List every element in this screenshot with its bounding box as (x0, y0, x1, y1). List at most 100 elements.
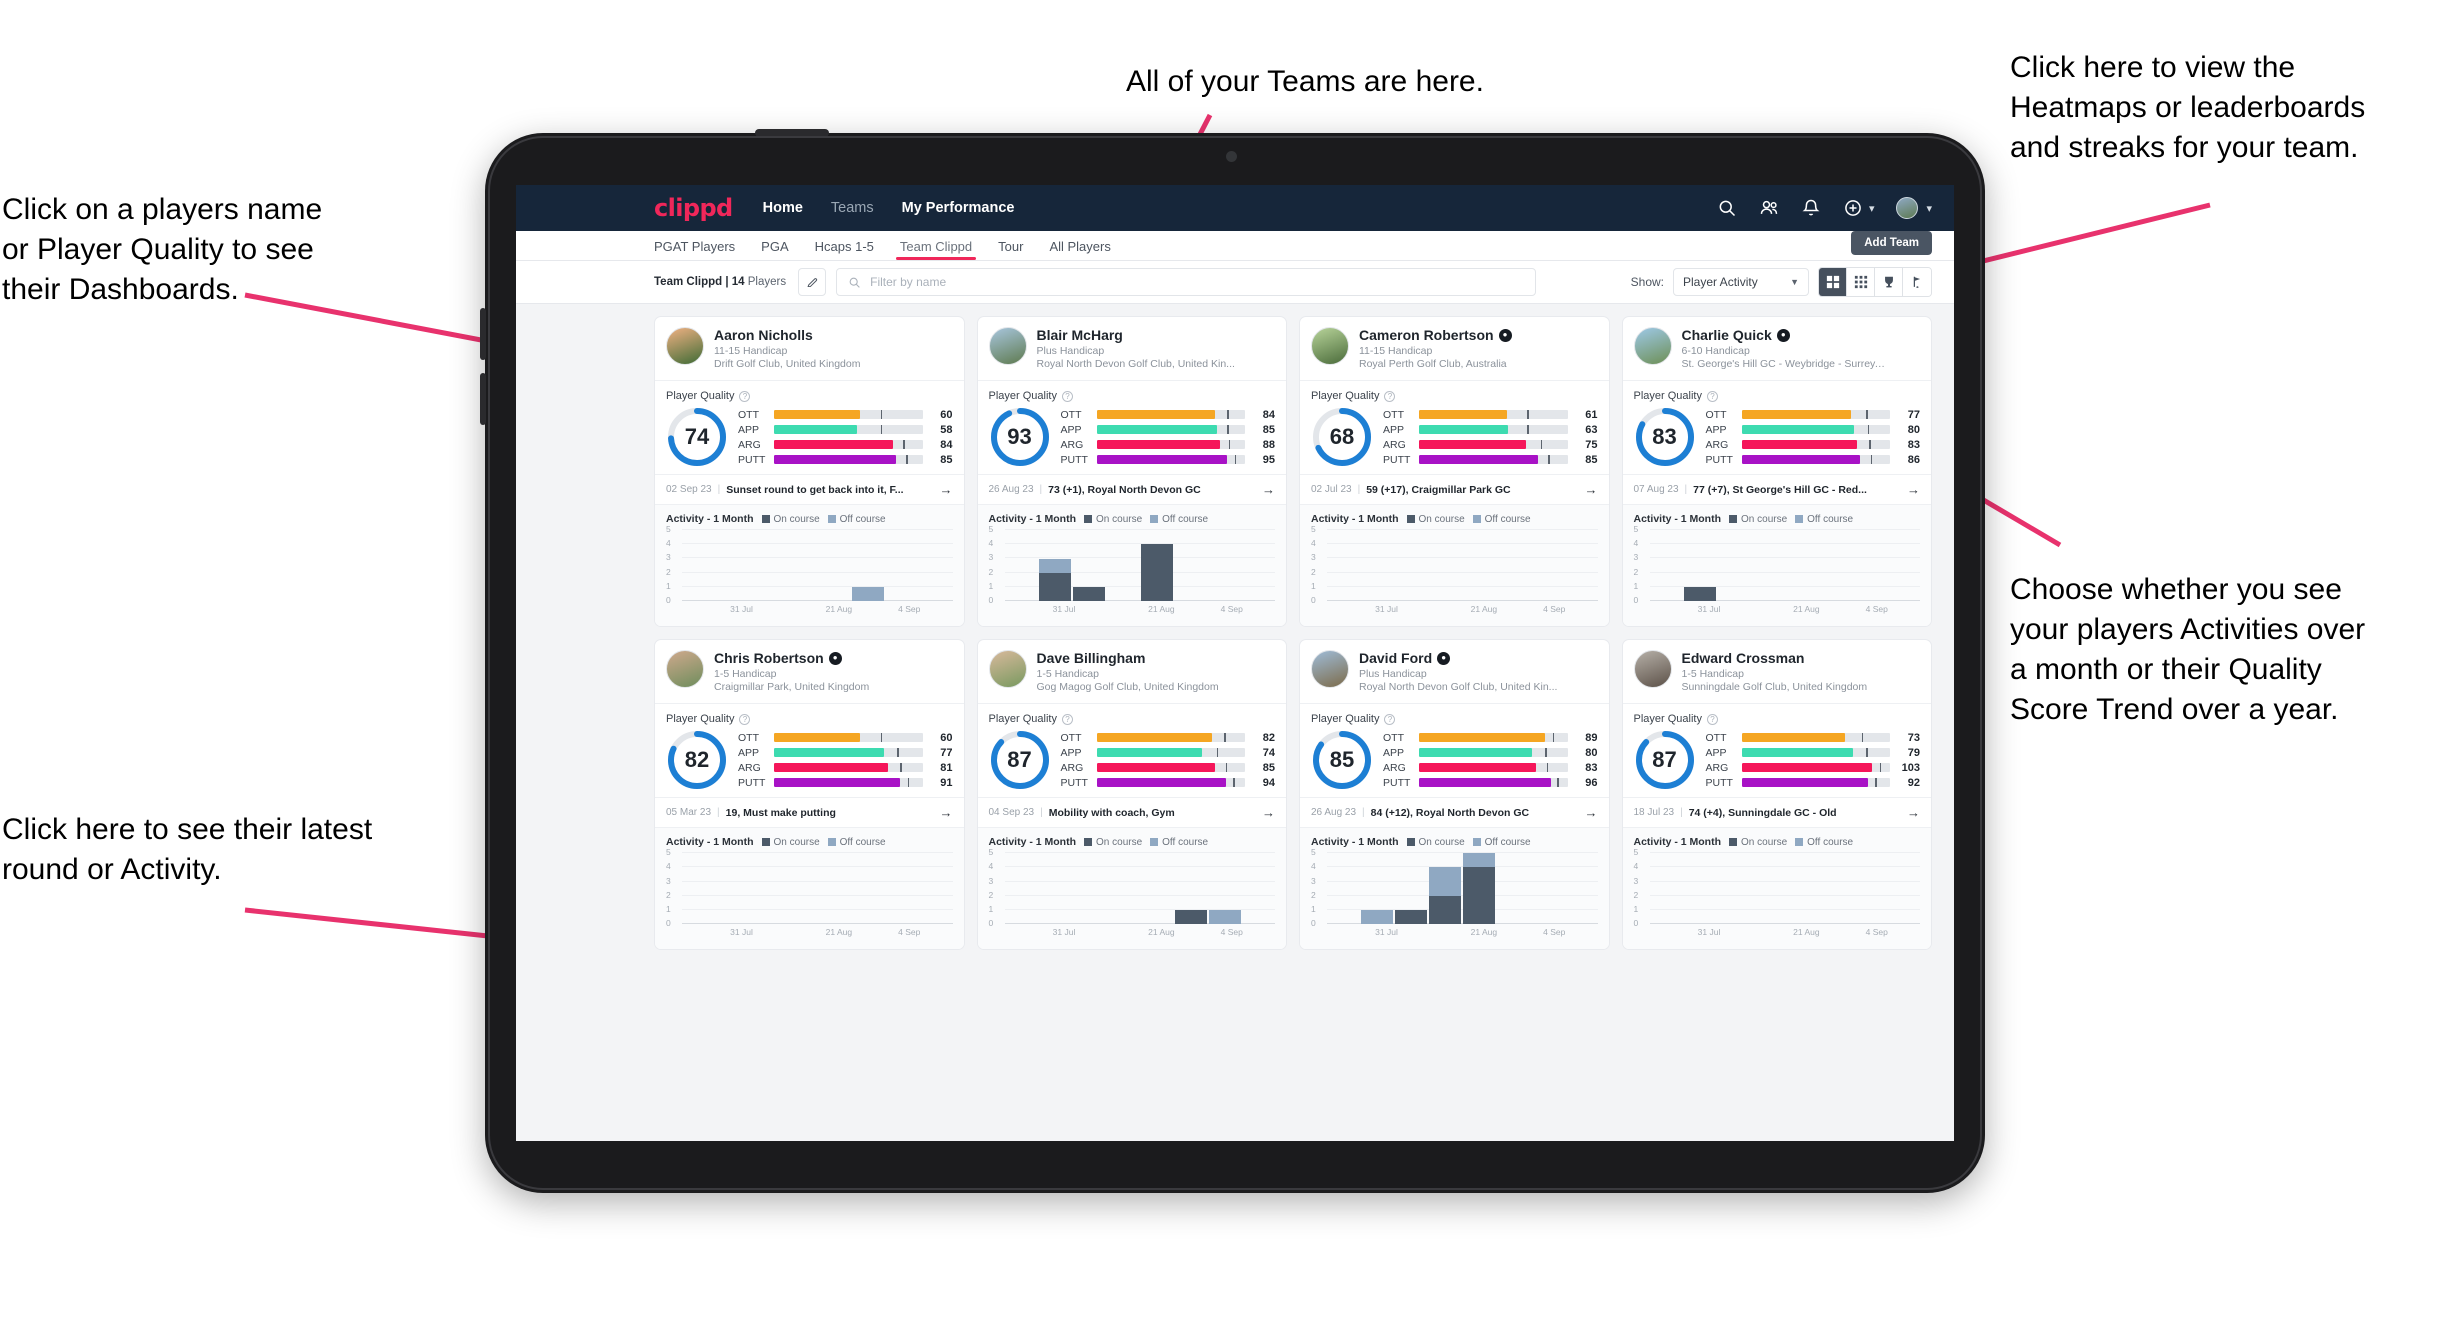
clippd-logo[interactable]: clippd (654, 194, 733, 222)
player-avatar[interactable] (666, 650, 704, 689)
player-card-header[interactable]: Chris Robertson ● 1-5 Handicap Craigmillar … (655, 640, 964, 705)
player-card[interactable]: Dave Billingham 1-5 Handicap Gog Magog Gol… (976, 639, 1287, 951)
player-avatar[interactable] (1633, 327, 1672, 365)
latest-round-row[interactable]: 26 Aug 23 | 84 (+12), Royal North Devon GC… (1300, 797, 1609, 829)
round-separator: | (1684, 484, 1688, 496)
latest-round-row[interactable]: 26 Aug 23 | 73 (+1), Royal North Devon GC → (977, 474, 1286, 506)
arrow-right-icon[interactable]: → (940, 482, 953, 497)
nav-my-performance[interactable]: My Performance (902, 200, 1015, 216)
player-name[interactable]: Dave Billingham (1037, 650, 1219, 666)
player-card[interactable]: Cameron Robertson ● 11-15 Handicap Royal Pe… (1299, 316, 1610, 628)
help-icon[interactable]: ? (1061, 713, 1073, 725)
search-icon[interactable] (1717, 198, 1737, 218)
latest-round-row[interactable]: 02 Sep 23 | Sunset round to get back into … (655, 474, 964, 506)
metric-value: 61 (1585, 408, 1598, 421)
people-icon[interactable] (1759, 198, 1779, 218)
latest-round-row[interactable]: 02 Jul 23 | 59 (+17), Craigmillar Park GC → (1300, 474, 1609, 506)
player-card[interactable]: Blair McHarg Plus Handicap Royal North Dev… (976, 316, 1287, 628)
bell-icon[interactable] (1801, 198, 1821, 218)
user-avatar[interactable] (1896, 197, 1919, 219)
player-quality-section[interactable]: Player Quality? 68 OTT 61 APP 63 ARG 75 PUTT 85 (1300, 381, 1609, 474)
player-quality-section[interactable]: Player Quality? 85 OTT 89 APP 80 ARG 83 PUTT 96 (1300, 704, 1609, 797)
arrow-right-icon[interactable]: → (1262, 482, 1275, 497)
player-club: St. George's Hill GC - Weybridge - Surre… (1681, 358, 1887, 371)
latest-round-row[interactable]: 07 Aug 23 | 77 (+7), St George's Hill GC -… (1622, 474, 1931, 506)
player-avatar[interactable] (1633, 650, 1672, 689)
activity-header: Activity - 1 Month On course Off course (1311, 513, 1598, 525)
avatar-chevron-down-icon[interactable]: ▾ (1926, 202, 1932, 215)
arrow-right-icon[interactable]: → (1907, 805, 1920, 820)
player-card[interactable]: Edward Crossman 1-5 Handicap Sunningdale G… (1621, 639, 1932, 951)
player-quality-section[interactable]: Player Quality? 82 OTT 60 APP 77 ARG 81 PUTT 91 (655, 704, 964, 797)
arrow-right-icon[interactable]: → (1585, 482, 1598, 497)
tab-all-players[interactable]: All Players (1049, 239, 1110, 260)
help-icon[interactable]: ? (1706, 390, 1718, 402)
plus-chevron-down-icon[interactable]: ▾ (1869, 202, 1875, 215)
player-card-header[interactable]: Dave Billingham 1-5 Handicap Gog Magog Gol… (977, 640, 1286, 705)
help-icon[interactable]: ? (1706, 713, 1718, 725)
help-icon[interactable]: ? (1061, 390, 1073, 402)
player-card-header[interactable]: Blair McHarg Plus Handicap Royal North Dev… (977, 317, 1286, 382)
help-icon[interactable]: ? (1384, 390, 1396, 402)
player-quality-section[interactable]: Player Quality? 87 OTT 82 APP 74 ARG 85 PUTT 94 (978, 704, 1287, 797)
volume-up-button[interactable] (480, 308, 486, 360)
player-card[interactable]: Charlie Quick ● 6-10 Handicap St. George's … (1621, 316, 1932, 628)
nav-teams[interactable]: Teams (831, 200, 874, 216)
latest-round-row[interactable]: 04 Sep 23 | Mobility with coach, Gym → (977, 797, 1286, 829)
legend-swatch-on-course (1084, 838, 1093, 847)
player-quality-section[interactable]: Player Quality? 83 OTT 77 APP 80 ARG 83 PUTT 86 (1623, 381, 1932, 474)
plus-circle-icon[interactable] (1843, 198, 1863, 218)
tab-tour[interactable]: Tour (998, 239, 1023, 260)
player-card[interactable]: Aaron Nicholls 11-15 Handicap Drift Golf C… (654, 316, 965, 628)
latest-round-row[interactable]: 18 Jul 23 | 74 (+4), Sunningdale GC - Old → (1622, 797, 1931, 829)
player-name[interactable]: David Ford ● (1359, 650, 1557, 666)
arrow-right-icon[interactable]: → (1585, 805, 1598, 820)
player-avatar[interactable] (988, 650, 1027, 689)
player-name[interactable]: Chris Robertson ● (714, 650, 869, 666)
help-icon[interactable]: ? (1384, 713, 1396, 725)
player-name[interactable]: Edward Crossman (1682, 650, 1868, 666)
player-quality-section[interactable]: Player Quality? 93 OTT 84 APP 85 ARG 88 PUTT 95 (978, 381, 1287, 474)
player-name[interactable]: Aaron Nicholls (714, 327, 860, 343)
player-avatar[interactable] (1311, 650, 1349, 689)
view-course-button[interactable] (1903, 268, 1931, 296)
show-label: Show: (1630, 275, 1664, 289)
help-icon[interactable]: ? (739, 713, 751, 725)
player-card[interactable]: David Ford ● Plus Handicap Royal North Devo… (1299, 639, 1610, 951)
metric-benchmark-tick (1879, 763, 1882, 773)
player-avatar[interactable] (666, 327, 704, 365)
player-card[interactable]: Chris Robertson ● 1-5 Handicap Craigmillar … (654, 639, 965, 951)
player-quality-section[interactable]: Player Quality? 74 OTT 60 APP 58 ARG 84 PUTT 85 (655, 381, 964, 474)
player-avatar[interactable] (1311, 327, 1349, 365)
view-leaderboard-button[interactable] (1875, 268, 1903, 296)
player-card-header[interactable]: Charlie Quick ● 6-10 Handicap St. George's … (1622, 317, 1931, 382)
edit-team-button[interactable] (798, 268, 827, 296)
help-icon[interactable]: ? (739, 390, 751, 402)
arrow-right-icon[interactable]: → (1262, 805, 1275, 820)
view-grid-small-button[interactable] (1847, 268, 1875, 296)
tab-pgat-players[interactable]: PGAT Players (654, 239, 735, 260)
power-button[interactable] (755, 129, 829, 137)
nav-home[interactable]: Home (763, 200, 803, 216)
player-quality-section[interactable]: Player Quality? 87 OTT 73 APP 79 ARG 103 PUTT 92 (1623, 704, 1932, 797)
arrow-right-icon[interactable]: → (940, 805, 953, 820)
player-avatar[interactable] (988, 327, 1027, 365)
tab-team-clippd[interactable]: Team Clippd (895, 239, 977, 260)
player-name[interactable]: Blair McHarg (1037, 327, 1235, 343)
view-grid-large-button[interactable] (1819, 268, 1847, 296)
player-name[interactable]: Cameron Robertson ● (1359, 327, 1512, 343)
player-card-header[interactable]: Edward Crossman 1-5 Handicap Sunningdale G… (1622, 640, 1931, 705)
player-card-header[interactable]: Cameron Robertson ● 11-15 Handicap Royal Pe… (1300, 317, 1609, 382)
tab-hcaps-1-5[interactable]: Hcaps 1-5 (815, 239, 874, 260)
player-card-header[interactable]: Aaron Nicholls 11-15 Handicap Drift Golf C… (655, 317, 964, 382)
tab-pga[interactable]: PGA (761, 239, 788, 260)
search-input[interactable]: Filter by name (836, 268, 1537, 296)
add-team-button[interactable]: Add Team (1851, 231, 1932, 255)
metric-bar-fill (774, 425, 858, 435)
latest-round-row[interactable]: 05 Mar 23 | 19, Must make putting → (655, 797, 964, 829)
arrow-right-icon[interactable]: → (1907, 482, 1920, 497)
show-select[interactable]: Player Activity ▼ (1673, 268, 1809, 296)
player-card-header[interactable]: David Ford ● Plus Handicap Royal North Devo… (1300, 640, 1609, 705)
player-name[interactable]: Charlie Quick ● (1682, 327, 1887, 343)
volume-down-button[interactable] (480, 373, 486, 425)
